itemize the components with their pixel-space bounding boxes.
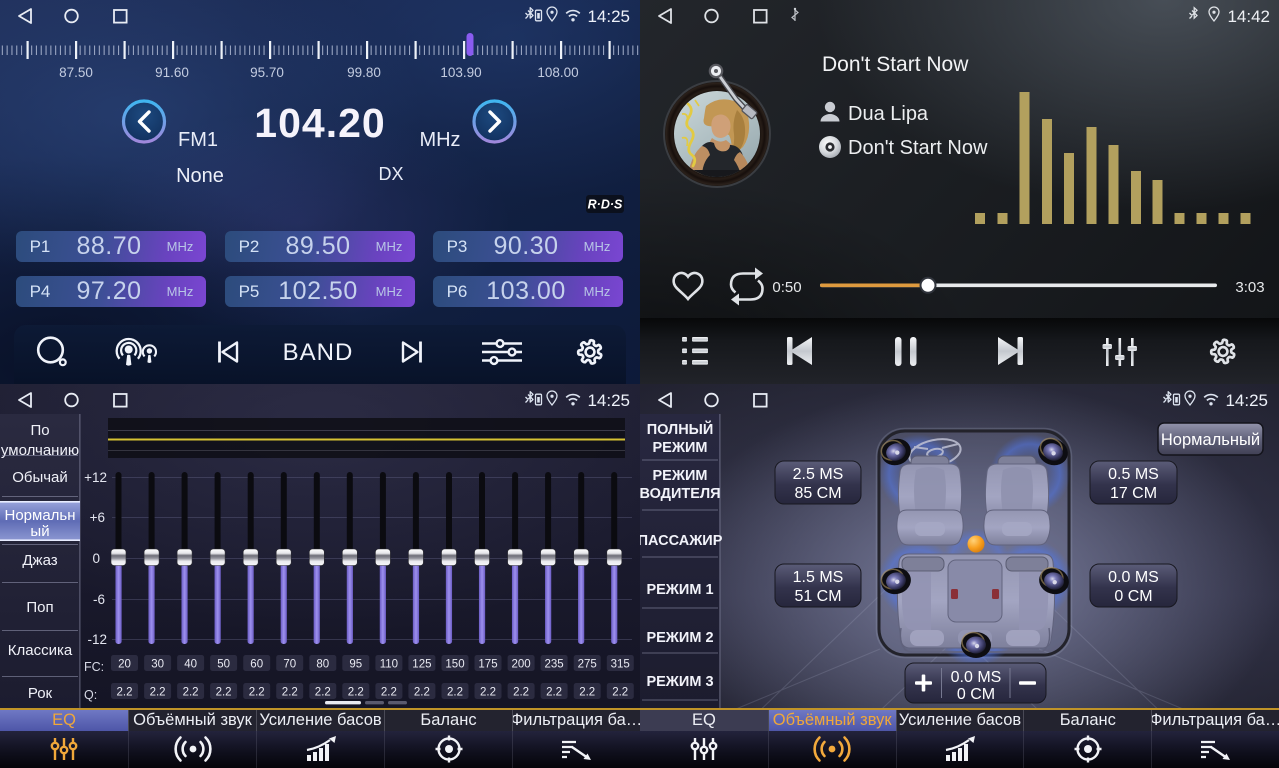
svg-text:2.2: 2.2 bbox=[447, 687, 463, 699]
svg-text:None: None bbox=[176, 165, 224, 187]
svg-text:80: 80 bbox=[316, 659, 329, 671]
svg-text:2.2: 2.2 bbox=[183, 687, 199, 699]
svg-text:Don't Start Now: Don't Start Now bbox=[848, 137, 988, 159]
svg-text:MHz: MHz bbox=[419, 129, 460, 151]
svg-text:2.2: 2.2 bbox=[546, 687, 562, 699]
svg-text:BAND: BAND bbox=[283, 339, 354, 366]
svg-text:Don't Start Now: Don't Start Now bbox=[822, 53, 969, 76]
svg-text:РЕЖИМ: РЕЖИМ bbox=[653, 468, 708, 484]
svg-text:95.70: 95.70 bbox=[250, 65, 284, 80]
svg-text:87.50: 87.50 bbox=[59, 65, 93, 80]
svg-text:3:03: 3:03 bbox=[1235, 279, 1264, 296]
svg-text:2.5 MS: 2.5 MS bbox=[793, 466, 844, 483]
svg-text:РЕЖИМ 3: РЕЖИМ 3 bbox=[646, 674, 713, 690]
svg-text:0 CM: 0 CM bbox=[957, 686, 995, 703]
svg-text:Классика: Классика bbox=[8, 642, 73, 659]
svg-text:Dua Lipa: Dua Lipa bbox=[848, 103, 929, 125]
svg-text:104.20: 104.20 bbox=[254, 100, 385, 146]
svg-text:14:42: 14:42 bbox=[1227, 7, 1270, 26]
svg-text:2.2: 2.2 bbox=[315, 687, 331, 699]
svg-text:0.5 MS: 0.5 MS bbox=[1108, 466, 1159, 483]
svg-text:60: 60 bbox=[250, 659, 263, 671]
svg-text:Обычай: Обычай bbox=[12, 469, 68, 486]
svg-text:235: 235 bbox=[545, 659, 564, 671]
svg-text:Поп: Поп bbox=[26, 599, 53, 616]
svg-text:DX: DX bbox=[378, 164, 403, 184]
svg-text:150: 150 bbox=[445, 659, 464, 671]
svg-text:175: 175 bbox=[478, 659, 497, 671]
svg-text:85 CM: 85 CM bbox=[794, 485, 841, 502]
svg-text:По: По bbox=[30, 422, 49, 439]
svg-text:99.80: 99.80 bbox=[347, 65, 381, 80]
svg-text:2.2: 2.2 bbox=[150, 687, 166, 699]
svg-text:-6: -6 bbox=[93, 592, 105, 607]
svg-text:ПАССАЖИР: ПАССАЖИР bbox=[640, 533, 723, 549]
svg-text:108.00: 108.00 bbox=[537, 65, 578, 80]
svg-text:30: 30 bbox=[151, 659, 164, 671]
svg-text:Q:: Q: bbox=[84, 688, 97, 702]
svg-text:РЕЖИМ: РЕЖИМ bbox=[653, 440, 708, 456]
svg-text:Джаз: Джаз bbox=[22, 552, 57, 569]
svg-text:0.0 MS: 0.0 MS bbox=[951, 669, 1002, 686]
svg-text:95: 95 bbox=[349, 659, 362, 671]
svg-text:2.2: 2.2 bbox=[282, 687, 298, 699]
svg-text:ВОДИТЕЛЯ: ВОДИТЕЛЯ bbox=[640, 486, 721, 502]
svg-text:ПОЛНЫЙ: ПОЛНЫЙ bbox=[647, 420, 714, 438]
svg-text:91.60: 91.60 bbox=[155, 65, 189, 80]
svg-text:20: 20 bbox=[118, 659, 131, 671]
svg-text:14:25: 14:25 bbox=[587, 7, 630, 26]
svg-text:14:25: 14:25 bbox=[587, 391, 630, 410]
svg-text:РЕЖИМ 1: РЕЖИМ 1 bbox=[646, 582, 713, 598]
svg-text:ый: ый bbox=[30, 523, 49, 540]
svg-text:FC:: FC: bbox=[84, 660, 104, 674]
svg-text:РЕЖИМ 2: РЕЖИМ 2 bbox=[646, 630, 713, 646]
svg-text:2.2: 2.2 bbox=[381, 687, 397, 699]
svg-text:2.2: 2.2 bbox=[612, 687, 628, 699]
svg-text:2.2: 2.2 bbox=[348, 687, 364, 699]
svg-text:2.2: 2.2 bbox=[513, 687, 529, 699]
svg-text:2.2: 2.2 bbox=[414, 687, 430, 699]
svg-text:0.0 MS: 0.0 MS bbox=[1108, 569, 1159, 586]
svg-text:FM1: FM1 bbox=[178, 129, 218, 151]
svg-text:1.5 MS: 1.5 MS bbox=[793, 569, 844, 586]
svg-text:Нормальн: Нормальн bbox=[4, 507, 75, 524]
svg-text:умолчанию: умолчанию bbox=[1, 442, 79, 459]
svg-text:0 CM: 0 CM bbox=[1114, 588, 1152, 605]
svg-text:275: 275 bbox=[578, 659, 597, 671]
svg-text:0:50: 0:50 bbox=[772, 279, 801, 296]
svg-text:Нормальный: Нормальный bbox=[1161, 431, 1260, 449]
svg-text:2.2: 2.2 bbox=[249, 687, 265, 699]
svg-text:125: 125 bbox=[412, 659, 431, 671]
svg-text:2.2: 2.2 bbox=[480, 687, 496, 699]
svg-text:110: 110 bbox=[380, 659, 398, 671]
svg-text:-12: -12 bbox=[87, 632, 107, 647]
svg-text:14:25: 14:25 bbox=[1225, 391, 1268, 410]
svg-text:Рок: Рок bbox=[28, 685, 53, 702]
svg-text:0: 0 bbox=[92, 551, 100, 566]
svg-text:+12: +12 bbox=[84, 470, 107, 485]
svg-text:40: 40 bbox=[184, 659, 197, 671]
svg-text:50: 50 bbox=[217, 659, 230, 671]
svg-text:2.2: 2.2 bbox=[117, 687, 133, 699]
svg-text:+6: +6 bbox=[90, 510, 105, 525]
svg-text:2.2: 2.2 bbox=[216, 687, 232, 699]
svg-text:17 CM: 17 CM bbox=[1110, 485, 1157, 502]
svg-text:200: 200 bbox=[512, 659, 531, 671]
svg-text:70: 70 bbox=[283, 659, 296, 671]
svg-text:315: 315 bbox=[611, 659, 630, 671]
svg-text:R·D·S: R·D·S bbox=[588, 198, 623, 212]
svg-text:2.2: 2.2 bbox=[579, 687, 595, 699]
svg-text:103.90: 103.90 bbox=[440, 65, 481, 80]
svg-text:51 CM: 51 CM bbox=[794, 588, 841, 605]
